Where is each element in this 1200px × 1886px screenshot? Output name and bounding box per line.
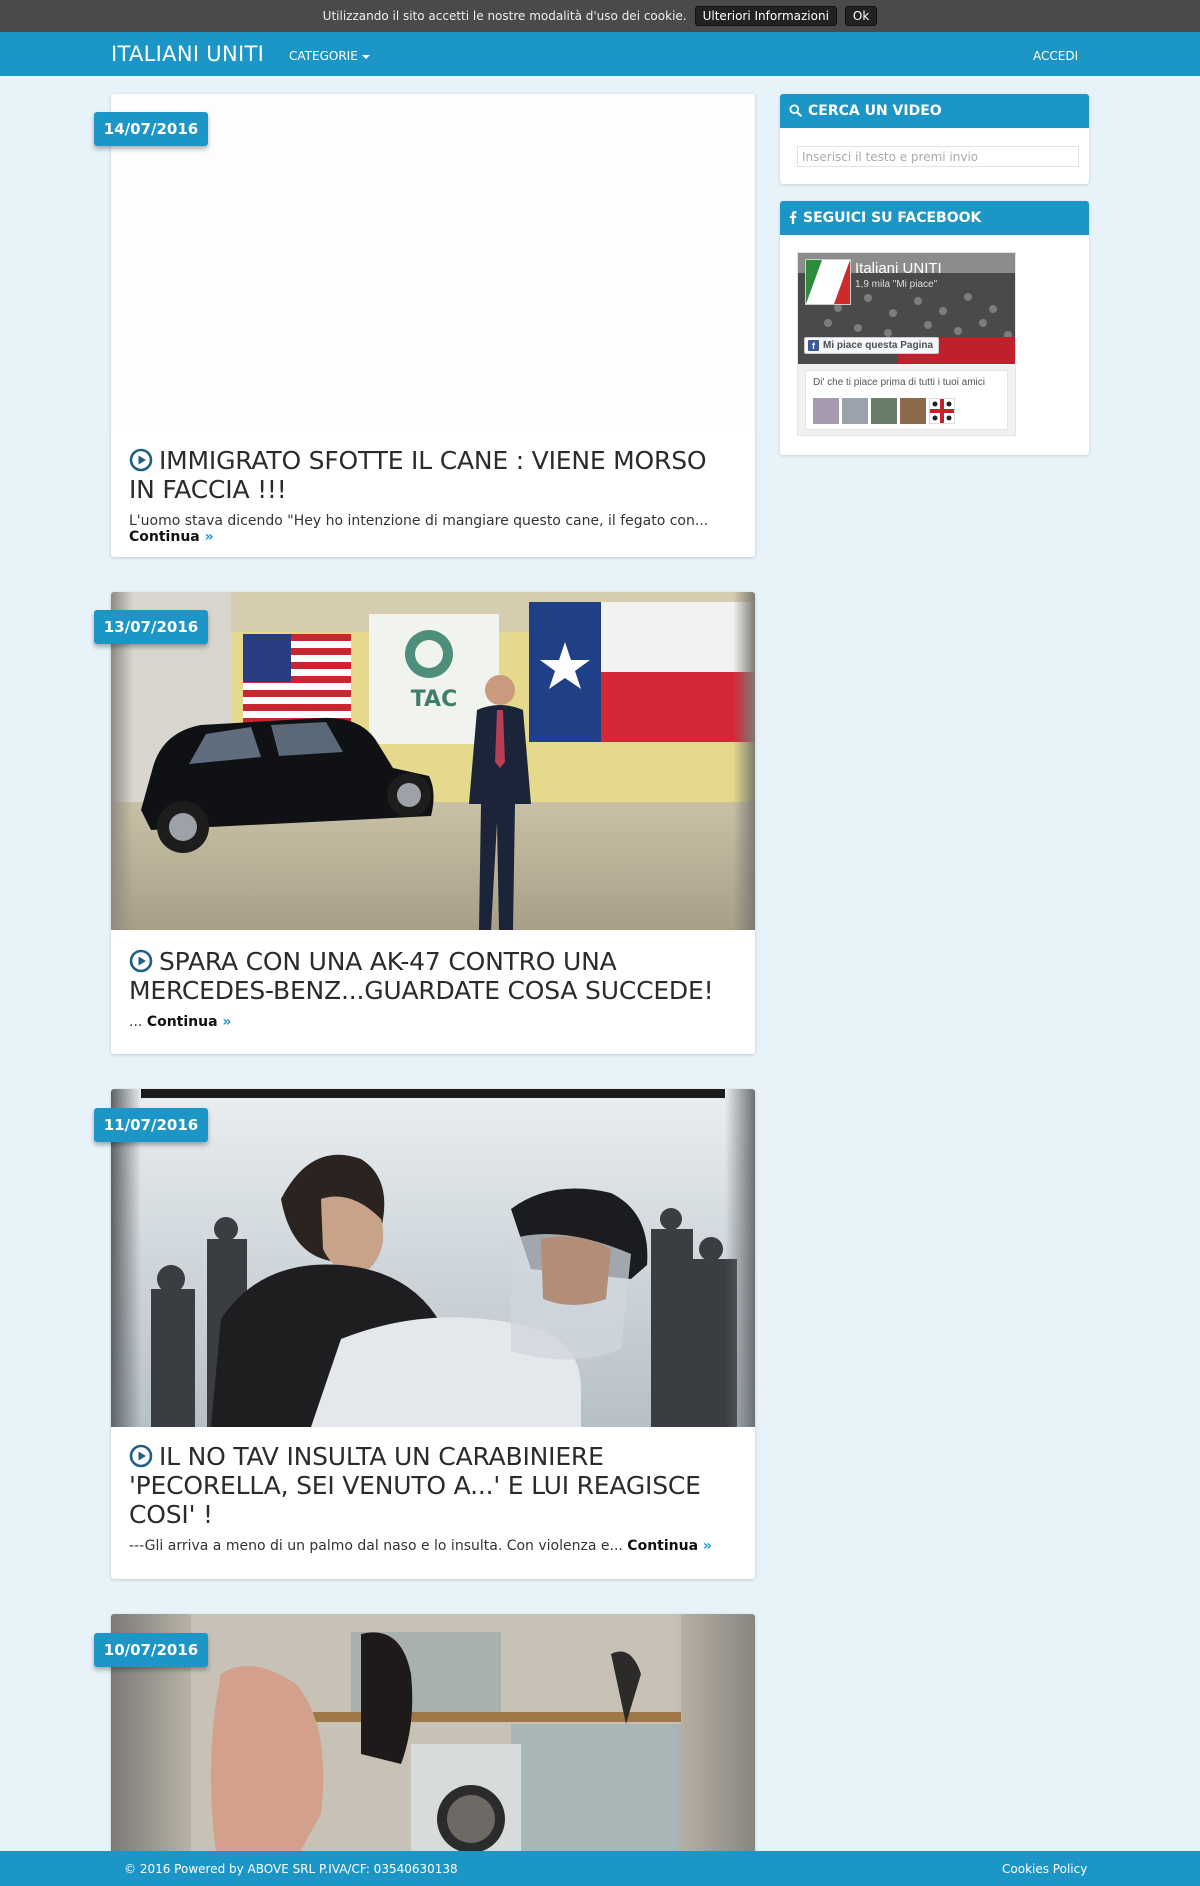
thumbnail-image: TAC (111, 592, 755, 930)
post-title-text: IL NO TAV INSULTA UN CARABINIERE 'PECORE… (129, 1442, 701, 1529)
post-excerpt-text: ---Gli arriva a meno di un palmo dal nas… (129, 1538, 623, 1554)
continue-link[interactable]: Continua » (147, 1014, 232, 1030)
post-thumbnail[interactable]: TAC (111, 592, 755, 930)
thumb-sign-text: TAC (411, 687, 457, 712)
search-widget: CERCA UN VIDEO (780, 94, 1089, 184)
facebook-widget-title: SEGUICI SU FACEBOOK (803, 210, 982, 226)
continue-label: Continua (146, 1014, 218, 1030)
post-title[interactable]: IMMIGRATO SFOTTE IL CANE : VIENE MORSO I… (111, 446, 755, 504)
footer-copyright: © 2016 Powered by ABOVE SRL P.IVA/CF: 03… (124, 1862, 458, 1876)
facebook-icon (789, 211, 797, 224)
search-widget-title: CERCA UN VIDEO (808, 103, 942, 119)
friend-avatar[interactable] (900, 398, 926, 424)
facebook-widget: SEGUICI SU FACEBOOK Italiani UNITI 1,9 m… (780, 201, 1089, 455)
friend-avatar[interactable] (813, 398, 839, 424)
facebook-page-plugin[interactable]: Italiani UNITI 1,9 mila "Mi piace" f Mi p… (797, 252, 1016, 436)
double-chevron-right-icon: » (204, 529, 214, 545)
double-chevron-right-icon: » (222, 1014, 232, 1030)
play-circle-icon (129, 448, 153, 472)
double-chevron-right-icon: » (702, 1538, 712, 1554)
post-date-badge: 11/07/2016 (94, 1108, 208, 1142)
friend-avatar[interactable] (871, 398, 897, 424)
brand-logo[interactable]: ITALIANI UNITI (111, 42, 264, 66)
play-circle-icon (129, 1444, 153, 1468)
post-title[interactable]: IL NO TAV INSULTA UN CARABINIERE 'PECORE… (111, 1442, 755, 1529)
post-excerpt: ---Gli arriva a meno di un palmo dal nas… (111, 1538, 755, 1554)
friend-avatar[interactable] (842, 398, 868, 424)
facebook-cover-image: Italiani UNITI 1,9 mila "Mi piace" f Mi p… (798, 253, 1015, 364)
facebook-logo-icon: f (808, 340, 819, 351)
post-thumbnail[interactable] (111, 94, 755, 432)
search-input[interactable] (797, 146, 1079, 167)
more-info-button[interactable]: Ulteriori Informazioni (694, 6, 837, 26)
friend-avatar[interactable] (929, 398, 955, 424)
categories-label: CATEGORIE (289, 49, 358, 63)
post-title-text: IMMIGRATO SFOTTE IL CANE : VIENE MORSO I… (129, 446, 707, 504)
continue-link[interactable]: Continua » (129, 529, 214, 545)
footer: © 2016 Powered by ABOVE SRL P.IVA/CF: 03… (0, 1851, 1200, 1886)
post-excerpt-text: ... (129, 1014, 143, 1030)
facebook-friends-box: Di' che ti piace prima di tutti i tuoi a… (805, 370, 1008, 430)
facebook-page-likes: 1,9 mila "Mi piace" (855, 279, 938, 290)
search-widget-header: CERCA UN VIDEO (780, 94, 1089, 128)
continue-link[interactable]: Continua » (627, 1538, 712, 1554)
caret-down-icon (361, 54, 370, 59)
facebook-page-name[interactable]: Italiani UNITI (855, 260, 942, 277)
post-date-badge: 14/07/2016 (94, 112, 208, 146)
categories-dropdown[interactable]: CATEGORIE (289, 49, 370, 63)
continue-label: Continua (129, 529, 200, 545)
facebook-like-button[interactable]: f Mi piace questa Pagina (804, 337, 940, 354)
continue-label: Continua (627, 1538, 699, 1554)
play-circle-icon (129, 949, 153, 973)
facebook-page-avatar (805, 259, 851, 305)
facebook-friends-text: Di' che ti piace prima di tutti i tuoi a… (813, 377, 985, 388)
cookies-policy-link[interactable]: Cookies Policy (1002, 1862, 1087, 1876)
post-excerpt-text: L'uomo stava dicendo "Hey ho intenzione … (129, 513, 709, 529)
post-date-badge: 13/07/2016 (94, 610, 208, 644)
post-card: IMMIGRATO SFOTTE IL CANE : VIENE MORSO I… (111, 94, 755, 557)
post-date-badge: 10/07/2016 (94, 1633, 208, 1667)
facebook-like-label: Mi piace questa Pagina (823, 340, 934, 351)
facebook-widget-header: SEGUICI SU FACEBOOK (780, 201, 1089, 235)
cookie-bar: Utilizzando il sito accetti le nostre mo… (0, 0, 1200, 32)
post-excerpt: L'uomo stava dicendo "Hey ho intenzione … (111, 513, 755, 545)
post-title-text: SPARA CON UNA AK-47 CONTRO UNA MERCEDES-… (129, 947, 714, 1005)
navbar: ITALIANI UNITI CATEGORIE ACCEDI (0, 32, 1200, 76)
post-card: TAC SPARA CON UNA AK-47 CONTRO UNA MERCE… (111, 592, 755, 1054)
post-card: IL NO TAV INSULTA UN CARABINIERE 'PECORE… (111, 1089, 755, 1579)
cookie-message: Utilizzando il sito accetti le nostre mo… (322, 9, 687, 23)
post-excerpt: ... Continua » (111, 1014, 755, 1030)
post-title[interactable]: SPARA CON UNA AK-47 CONTRO UNA MERCEDES-… (111, 947, 755, 1005)
search-icon (789, 104, 802, 117)
cookie-ok-button[interactable]: Ok (844, 6, 878, 26)
login-link[interactable]: ACCEDI (1033, 49, 1078, 63)
